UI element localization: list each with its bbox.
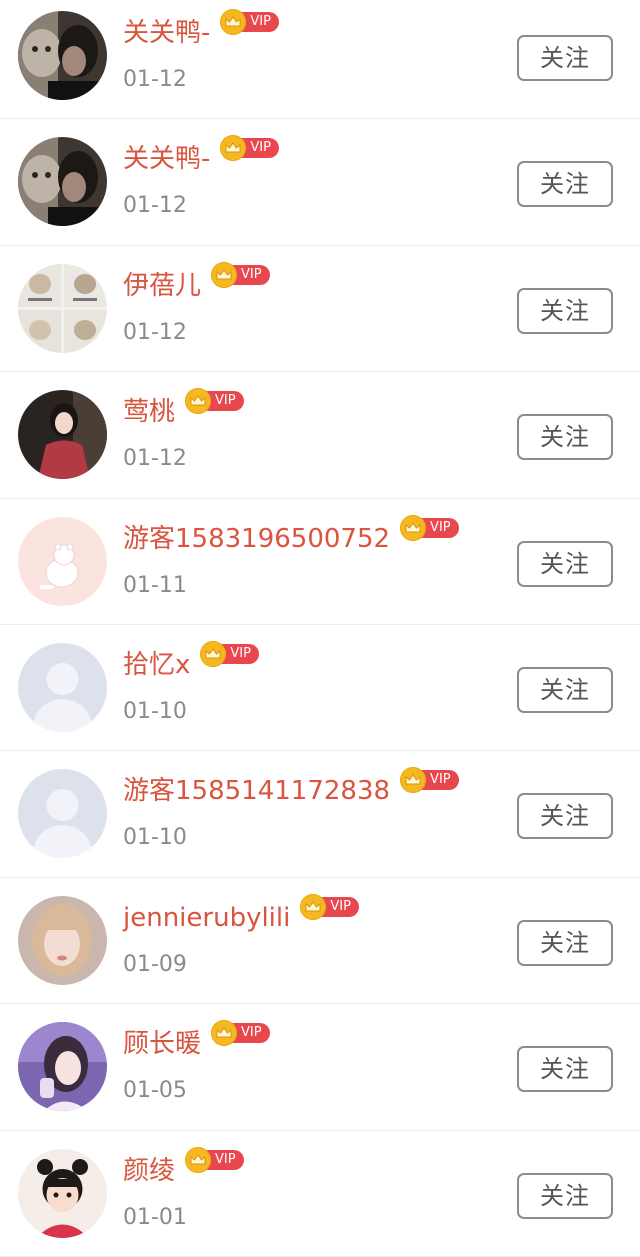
vip-badge: VIP [220,135,279,162]
user-name[interactable]: 游客1583196500752 [123,519,390,559]
vip-badge: VIP [200,640,259,667]
photo-girl-purple-avatar [18,1022,107,1112]
vip-badge: VIP [220,9,279,35]
follow-date: 01-10 [123,698,187,724]
user-name[interactable]: 拾忆x [123,645,190,685]
user-name[interactable]: 颜绫 [123,1151,175,1191]
crown-icon [300,893,327,920]
follow-date: 01-12 [123,319,187,345]
follow-date: 01-12 [123,193,187,219]
crown-icon [211,1020,238,1047]
avatar[interactable] [18,1148,107,1238]
avatar[interactable] [18,137,107,227]
crown-icon [220,135,247,162]
user-name[interactable]: 顾长暖 [123,1024,201,1064]
follow-date: 01-12 [123,67,187,92]
cartoon-girl-avatar [18,1148,107,1238]
follow-date: 01-11 [123,572,187,598]
vip-badge: VIP [211,261,270,288]
list-item[interactable]: 颜绫 VIP 01-01 关注 [0,1131,640,1257]
follow-button[interactable]: 关注 [517,35,613,81]
avatar[interactable] [18,390,107,480]
avatar[interactable] [18,895,107,985]
crown-icon [400,514,427,541]
follow-button[interactable]: 关注 [517,1172,613,1219]
follow-button[interactable]: 关注 [517,540,613,587]
list-item[interactable]: 顾长暖 VIP 01-05 关注 [0,1004,640,1131]
follow-button[interactable]: 关注 [517,919,613,966]
photo-girl-blonde-avatar [18,895,107,985]
list-item[interactable]: 伊蓓儿 VIP 01-12 关注 [0,246,640,373]
vip-badge: VIP [400,767,459,794]
vip-badge: VIP [300,893,359,920]
photo-girl-red-avatar [18,390,107,480]
user-name[interactable]: 关关鸭- [123,139,210,179]
follow-button[interactable]: 关注 [517,161,613,208]
crown-icon [185,1146,212,1173]
follow-button[interactable]: 关注 [517,287,613,334]
user-name[interactable]: jennierubylili [123,898,290,938]
list-item[interactable]: 关关鸭- VIP 01-12 关注 [0,0,640,120]
list-item[interactable]: 游客1583196500752 VIP 01-11 关注 [0,499,640,625]
follow-button[interactable]: 关注 [517,793,613,840]
avatar[interactable] [18,516,107,606]
avatar[interactable] [18,263,107,353]
crown-icon [211,261,238,288]
user-name[interactable]: 游客1585141172838 [123,771,390,811]
follow-button[interactable]: 关注 [517,1046,613,1093]
vip-badge: VIP [400,514,459,541]
follower-list: 关关鸭- VIP 01-12 关注 关关鸭- VIP 01-12 关注 伊蓓儿 … [0,0,640,1257]
avatar[interactable] [18,769,107,859]
crown-icon [400,767,427,794]
follow-date: 01-01 [123,1204,187,1230]
default-user-avatar [18,642,107,732]
crown-icon [185,388,212,415]
list-item[interactable]: 游客1585141172838 VIP 01-10 关注 [0,751,640,878]
cat-grid-avatar [18,263,107,353]
photo-couple-cat-avatar [18,137,107,227]
follow-date: 01-10 [123,825,187,851]
crown-icon [200,640,227,667]
user-name[interactable]: 关关鸭- [123,13,210,53]
avatar[interactable] [18,642,107,732]
list-item[interactable]: 关关鸭- VIP 01-12 关注 [0,119,640,246]
avatar[interactable] [18,11,107,100]
follow-button[interactable]: 关注 [517,666,613,713]
pink-polar-bear-avatar [18,516,107,606]
default-user-avatar [18,769,107,859]
user-name[interactable]: 莺桃 [123,392,175,432]
follow-date: 01-05 [123,1078,187,1104]
photo-couple-cat-avatar [18,11,107,100]
vip-badge: VIP [185,1146,244,1173]
crown-icon [220,9,247,35]
list-item[interactable]: 莺桃 VIP 01-12 关注 [0,372,640,499]
list-item[interactable]: jennierubylili VIP 01-09 关注 [0,878,640,1005]
avatar[interactable] [18,1022,107,1112]
follow-date: 01-09 [123,951,187,977]
follow-date: 01-12 [123,446,187,472]
vip-badge: VIP [185,388,244,415]
list-item[interactable]: 拾忆x VIP 01-10 关注 [0,625,640,752]
vip-badge: VIP [211,1020,270,1047]
user-name[interactable]: 伊蓓儿 [123,266,201,306]
follow-button[interactable]: 关注 [517,414,613,461]
